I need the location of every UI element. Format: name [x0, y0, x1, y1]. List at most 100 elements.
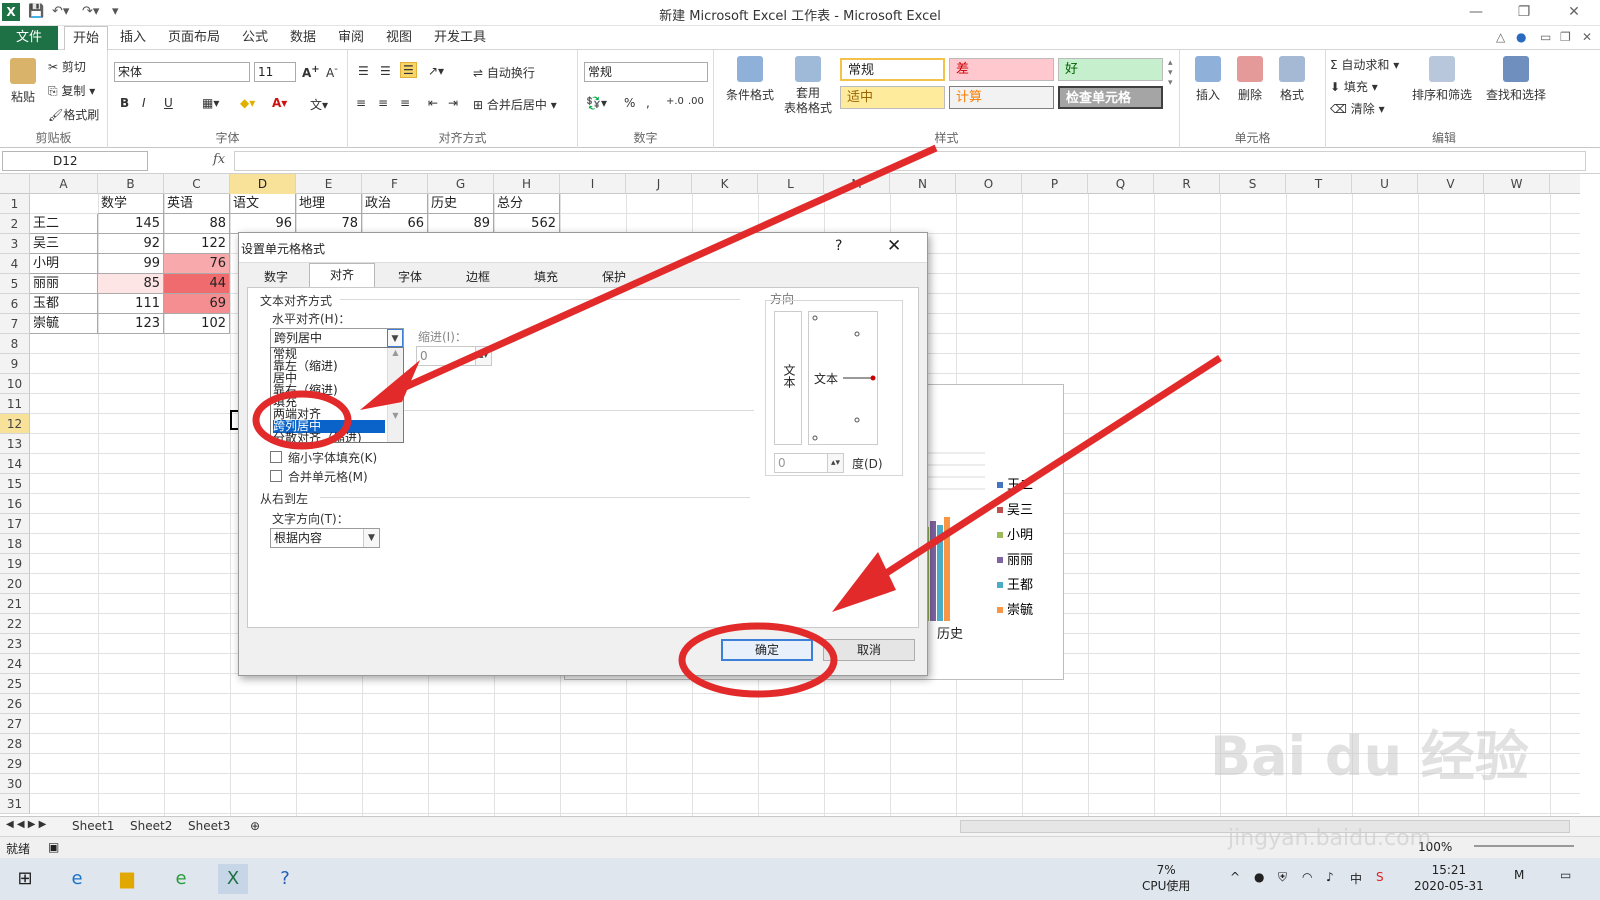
style-check-cell[interactable]: 检查单元格	[1058, 86, 1163, 109]
wrap-text-button[interactable]: ⇌ 自动换行	[473, 64, 535, 81]
cell-A7[interactable]: 崇毓	[30, 314, 98, 334]
cell-D2[interactable]: 96	[230, 214, 296, 234]
row-header-10[interactable]: 10	[0, 374, 30, 394]
row-header-1[interactable]: 1	[0, 194, 30, 214]
tab-insert[interactable]: 插入	[120, 26, 146, 50]
align-bottom-icon[interactable]: ☰	[400, 62, 417, 78]
tray-expand-icon[interactable]: ^	[1230, 870, 1240, 884]
column-header-O[interactable]: O	[956, 174, 1022, 194]
column-header-J[interactable]: J	[626, 174, 692, 194]
sheet-tab-3[interactable]: Sheet3	[188, 819, 230, 833]
tab-data[interactable]: 数据	[290, 26, 316, 50]
sheet-tab-1[interactable]: Sheet1	[72, 819, 114, 833]
column-header-H[interactable]: H	[494, 174, 560, 194]
styles-more-icon[interactable]: ▴ ▾ ▾	[1168, 58, 1173, 88]
column-header-A[interactable]: A	[30, 174, 98, 194]
tab-view[interactable]: 视图	[386, 26, 412, 50]
excel-taskbar-icon[interactable]: X	[218, 864, 248, 894]
conditional-format-button[interactable]: 条件格式	[722, 56, 778, 103]
dialog-close-icon[interactable]: ✕	[887, 236, 901, 256]
cell-C6[interactable]: 69	[164, 294, 230, 314]
tab-page-layout[interactable]: 页面布局	[168, 26, 220, 50]
row-header-24[interactable]: 24	[0, 654, 30, 674]
help-icon[interactable]: ●	[1516, 30, 1526, 44]
tab-font[interactable]: 字体	[377, 265, 443, 287]
list-scrollbar[interactable]: ▲ ▼	[387, 348, 403, 442]
style-neutral[interactable]: 适中	[840, 86, 945, 109]
delete-cells-button[interactable]: 删除	[1232, 56, 1268, 103]
column-header-S[interactable]: S	[1220, 174, 1286, 194]
shrink-font-icon[interactable]: A-	[326, 64, 338, 80]
h-align-select[interactable]: 跨列居中 ▼	[270, 328, 404, 348]
tab-review[interactable]: 审阅	[338, 26, 364, 50]
sort-filter-button[interactable]: 排序和筛选	[1408, 56, 1476, 103]
format-painter-button[interactable]: 🖌格式刷	[48, 106, 99, 123]
align-middle-icon[interactable]: ☰	[380, 64, 391, 78]
merge-center-button[interactable]: ⊞ 合并后居中 ▾	[473, 96, 557, 113]
orientation-dial[interactable]: 文本	[808, 311, 878, 445]
row-header-28[interactable]: 28	[0, 734, 30, 754]
cell-F1[interactable]: 政治	[362, 194, 428, 214]
row-header-9[interactable]: 9	[0, 354, 30, 374]
qq-icon[interactable]: ●	[1254, 870, 1264, 884]
spinner-arrows-icon[interactable]: ▴▾	[475, 347, 491, 365]
cell-B4[interactable]: 99	[98, 254, 164, 274]
number-format-select[interactable]: 常规	[584, 62, 708, 82]
row-header-12[interactable]: 12	[0, 414, 30, 434]
cpu-widget[interactable]: 7% CPU使用	[1142, 862, 1190, 894]
cell-C1[interactable]: 英语	[164, 194, 230, 214]
sheet-nav-icon[interactable]: ◀ ◀ ▶ ▶	[6, 819, 46, 830]
cell-A6[interactable]: 玉都	[30, 294, 98, 314]
cell-C3[interactable]: 122	[164, 234, 230, 254]
row-header-30[interactable]: 30	[0, 774, 30, 794]
folder-icon[interactable]: ▆	[112, 864, 142, 894]
percent-button[interactable]: %	[624, 96, 635, 110]
sogou-icon[interactable]: S	[1376, 870, 1384, 884]
tab-file[interactable]: 文件	[0, 26, 58, 50]
macro-record-icon[interactable]: ▣	[48, 840, 59, 854]
cell-C5[interactable]: 44	[164, 274, 230, 294]
degrees-spinner[interactable]: 0 ▴▾	[774, 453, 844, 473]
bold-button[interactable]: B	[120, 96, 129, 110]
tab-number[interactable]: 数字	[243, 265, 309, 287]
indent-spinner[interactable]: 0 ▴▾	[416, 346, 492, 366]
italic-button[interactable]: I	[142, 96, 146, 110]
format-as-table-button[interactable]: 套用 表格格式	[780, 56, 836, 116]
edge-icon[interactable]: e	[62, 864, 92, 894]
column-header-L[interactable]: L	[758, 174, 824, 194]
doc-close-icon[interactable]: ✕	[1582, 30, 1592, 44]
minimize-icon[interactable]: —	[1462, 4, 1490, 20]
column-header-C[interactable]: C	[164, 174, 230, 194]
cell-A3[interactable]: 吴三	[30, 234, 98, 254]
row-header-5[interactable]: 5	[0, 274, 30, 294]
cell-B3[interactable]: 92	[98, 234, 164, 254]
row-header-3[interactable]: 3	[0, 234, 30, 254]
cut-button[interactable]: ✂ 剪切	[48, 58, 86, 75]
text-direction-select[interactable]: 根据内容 ▼	[270, 528, 380, 548]
row-header-22[interactable]: 22	[0, 614, 30, 634]
align-right-icon[interactable]: ≡	[400, 96, 410, 110]
ribbon-collapse-icon[interactable]: △	[1496, 30, 1505, 44]
row-header-21[interactable]: 21	[0, 594, 30, 614]
formula-input[interactable]	[234, 151, 1586, 171]
row-header-8[interactable]: 8	[0, 334, 30, 354]
browser-icon[interactable]: e	[166, 864, 196, 894]
column-header-I[interactable]: I	[560, 174, 626, 194]
row-header-4[interactable]: 4	[0, 254, 30, 274]
borders-icon[interactable]: ▦▾	[202, 96, 219, 110]
clear-button[interactable]: ⌫ 清除 ▾	[1330, 100, 1385, 117]
cell-D1[interactable]: 语文	[230, 194, 296, 214]
cell-A4[interactable]: 小明	[30, 254, 98, 274]
column-header-K[interactable]: K	[692, 174, 758, 194]
cancel-button[interactable]: 取消	[823, 639, 915, 661]
vertical-text-button[interactable]: 文本	[774, 311, 802, 445]
column-header-V[interactable]: V	[1418, 174, 1484, 194]
row-header-15[interactable]: 15	[0, 474, 30, 494]
column-header-N[interactable]: N	[890, 174, 956, 194]
chevron-down-icon[interactable]: ▼	[387, 329, 403, 347]
row-header-17[interactable]: 17	[0, 514, 30, 534]
wifi-icon[interactable]: ◠	[1302, 870, 1312, 884]
column-header-P[interactable]: P	[1022, 174, 1088, 194]
column-header-Q[interactable]: Q	[1088, 174, 1154, 194]
copy-button[interactable]: ⎘ 复制 ▾	[48, 82, 95, 99]
